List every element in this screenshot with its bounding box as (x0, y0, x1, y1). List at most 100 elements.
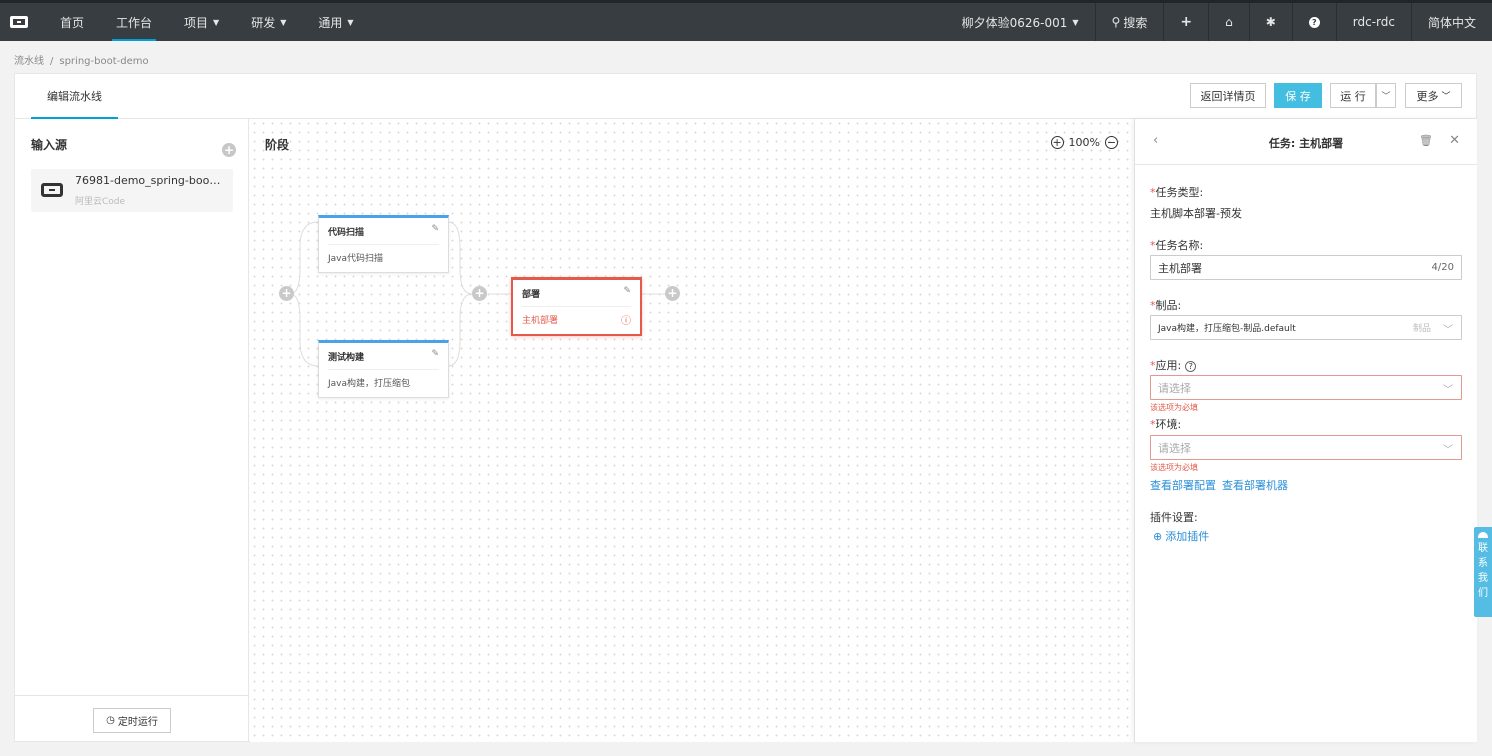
add-button[interactable]: + (1163, 3, 1208, 41)
artifact-select[interactable]: Java构建，打压缩包-制品.default 制品 ﹀ (1150, 315, 1462, 340)
task-type-value: 主机脚本部署-预发 (1150, 207, 1242, 220)
chevron-down-icon: ﹀ (1443, 445, 1453, 456)
stage-canvas[interactable]: 阶段 + 100% − + + + 代码扫描 ✎ Java代码扫描 测试构建 ✎… (250, 119, 1134, 742)
run-dropdown-button[interactable]: ﹀ (1376, 83, 1396, 108)
env-select[interactable]: 请选择 ﹀ (1150, 435, 1462, 460)
app-label: *应用:? (1150, 357, 1197, 373)
source-item-type: 阿里云Code (75, 197, 126, 207)
user-label: rdc-rdc (1352, 15, 1395, 29)
aliyun-code-icon (41, 183, 63, 197)
stage-node-test-build[interactable]: 测试构建 ✎ Java构建，打压缩包 (318, 340, 449, 398)
view-deploy-machine-link[interactable]: 查看部署机器 (1222, 477, 1288, 493)
run-label: 运 行 (1340, 89, 1366, 103)
nav-workbench-label: 工作台 (116, 15, 153, 30)
node-title: 部署 (522, 290, 541, 300)
app-error: 该选项为必填 (1150, 403, 1198, 412)
plus-icon: + (1180, 14, 1193, 30)
node-desc: Java代码扫描 (328, 254, 384, 264)
nav-general-label: 通用 (318, 15, 343, 30)
timer-run-button[interactable]: ◷ 定时运行 (93, 708, 171, 733)
plus-circle-icon: ⊕ (1153, 530, 1163, 543)
breadcrumb-current: spring-boot-demo (59, 56, 149, 67)
task-panel-header: ‹ 任务: 主机部署 🗑 ✕ (1135, 119, 1477, 165)
nav-dev-label: 研发 (251, 15, 276, 30)
run-button[interactable]: 运 行 (1330, 83, 1376, 108)
back-detail-button[interactable]: 返回详情页 (1190, 83, 1266, 108)
editor-header: 编辑流水线 返回详情页 保 存 运 行 ﹀ 更多 ﹀ (15, 74, 1476, 119)
nav-project[interactable]: 项目 ▼ (168, 3, 235, 41)
stage-connectors (280, 221, 665, 367)
stage-node-deploy[interactable]: 部署 ✎ 主机部署 ⓘ (511, 277, 642, 336)
artifact-label: *制品: (1150, 297, 1181, 313)
app-select[interactable]: 请选择 ﹀ (1150, 375, 1462, 400)
app-placeholder: 请选择 (1158, 381, 1191, 395)
source-item[interactable]: 76981-demo_spring-boo… 阿里云Code (31, 169, 233, 212)
caret-down-icon: ▼ (213, 17, 220, 27)
node-desc: 主机部署 (522, 316, 559, 326)
edit-icon[interactable]: ✎ (431, 349, 439, 359)
artifact-value: Java构建，打压缩包-制品.default (1158, 324, 1296, 334)
nav-home[interactable]: 首页 (38, 3, 100, 41)
task-panel: ‹ 任务: 主机部署 🗑 ✕ *任务类型: 主机脚本部署-预发 *任务名称: 主… (1134, 119, 1477, 742)
language-label: 简体中文 (1427, 15, 1476, 30)
contact-us-label: 联系我们 (1478, 543, 1488, 599)
node-divider (522, 306, 631, 307)
close-icon[interactable]: ✕ (1449, 133, 1460, 148)
top-nav: 首页 工作台 项目 ▼ 研发 ▼ 通用 ▼ 柳夕体验0626-001 ▼ ⚲ 搜索 + ⌂… (0, 0, 1492, 41)
save-label: 保 存 (1285, 89, 1311, 103)
warning-icon: ⓘ (621, 316, 631, 327)
task-name-label: *任务名称: (1150, 237, 1203, 253)
save-button[interactable]: 保 存 (1274, 83, 1322, 108)
search-label: 搜索 (1123, 15, 1148, 30)
app-label-text: 应用: (1155, 359, 1182, 372)
settings-button[interactable]: ✱ (1248, 3, 1292, 41)
inbox-button[interactable]: ⌂ (1208, 3, 1249, 41)
artifact-hint: 制品 (1412, 324, 1431, 334)
logo-icon[interactable] (0, 3, 38, 41)
chevron-down-icon: ﹀ (1443, 385, 1453, 396)
stage-node-code-scan[interactable]: 代码扫描 ✎ Java代码扫描 (318, 215, 449, 273)
clock-icon: ◷ (106, 715, 115, 726)
search-button[interactable]: ⚲ 搜索 (1094, 3, 1164, 41)
breadcrumb-root[interactable]: 流水线 (14, 56, 44, 67)
more-button[interactable]: 更多 ﹀ (1405, 83, 1462, 108)
help-icon: ? (1308, 16, 1320, 28)
caret-down-icon: ▼ (1072, 17, 1079, 27)
artifact-label-text: 制品: (1155, 299, 1182, 312)
tab-edit-pipeline[interactable]: 编辑流水线 (31, 74, 118, 119)
trash-icon[interactable]: 🗑 (1419, 134, 1433, 147)
help-icon[interactable]: ? (1185, 360, 1197, 372)
env-error: 该选项为必填 (1150, 463, 1198, 472)
help-button[interactable]: ? (1291, 3, 1336, 41)
nav-dev[interactable]: 研发 ▼ (235, 3, 302, 41)
user-menu[interactable]: rdc-rdc (1335, 3, 1411, 41)
contact-us-button[interactable]: 联系我们 (1474, 527, 1492, 617)
inbox-icon: ⌂ (1225, 15, 1233, 29)
add-stage-middle-icon[interactable]: + (472, 286, 487, 301)
add-stage-before-icon[interactable]: + (279, 286, 294, 301)
edit-icon[interactable]: ✎ (431, 224, 439, 234)
node-title: 测试构建 (328, 353, 365, 363)
search-icon: ⚲ (1111, 15, 1121, 29)
add-plugin-label: 添加插件 (1165, 530, 1210, 543)
task-name-count: 4/20 (1431, 262, 1454, 273)
nav-workbench[interactable]: 工作台 (100, 3, 168, 41)
org-switcher[interactable]: 柳夕体验0626-001 ▼ (946, 3, 1095, 41)
plugin-settings-label: 插件设置: (1150, 511, 1198, 524)
edit-icon[interactable]: ✎ (623, 286, 631, 296)
org-label: 柳夕体验0626-001 (961, 15, 1068, 30)
add-plugin-link[interactable]: ⊕ 添加插件 (1153, 528, 1209, 544)
more-label: 更多 (1416, 89, 1439, 103)
caret-down-icon: ▼ (347, 17, 354, 27)
timer-area: ◷ 定时运行 (15, 695, 248, 742)
env-label-text: 环境: (1155, 418, 1182, 431)
node-divider (328, 369, 439, 370)
add-source-icon[interactable]: + (222, 143, 236, 157)
view-deploy-config-link[interactable]: 查看部署配置 (1150, 477, 1216, 493)
task-name-input[interactable]: 主机部署 4/20 (1150, 255, 1462, 280)
add-stage-after-icon[interactable]: + (665, 286, 680, 301)
nav-general[interactable]: 通用 ▼ (302, 3, 369, 41)
language-switcher[interactable]: 简体中文 (1410, 3, 1492, 41)
task-type-label-text: 任务类型: (1155, 186, 1204, 199)
